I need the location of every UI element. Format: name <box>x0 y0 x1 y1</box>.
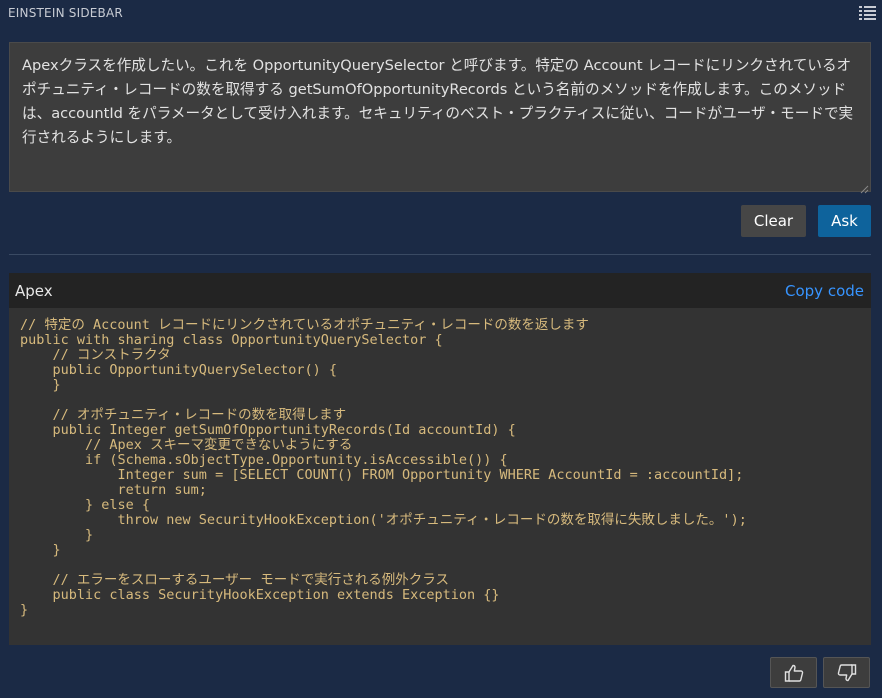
divider <box>9 254 871 255</box>
code-block-header: Apex Copy code <box>9 273 871 308</box>
thumbs-down-button[interactable] <box>823 657 870 688</box>
thumbs-up-button[interactable] <box>770 657 817 688</box>
code-block: // 特定の Account レコードにリンクされているオポチュニティ・レコード… <box>9 308 871 645</box>
copy-code-link[interactable]: Copy code <box>785 282 864 300</box>
clear-button[interactable]: Clear <box>741 205 806 237</box>
list-icon[interactable] <box>859 5 876 20</box>
prompt-input[interactable]: Apexクラスを作成したい。これを OpportunityQuerySelect… <box>9 42 871 192</box>
thumbs-up-icon <box>784 664 804 682</box>
code-content: // 特定の Account レコードにリンクされているオポチュニティ・レコード… <box>20 317 747 618</box>
ask-button[interactable]: Ask <box>818 205 871 237</box>
sidebar-header: EINSTEIN SIDEBAR <box>0 0 882 28</box>
resize-grip-icon[interactable] <box>859 179 869 194</box>
thumbs-down-icon <box>837 664 857 682</box>
sidebar-title: EINSTEIN SIDEBAR <box>8 6 123 20</box>
code-language-label: Apex <box>15 282 53 300</box>
